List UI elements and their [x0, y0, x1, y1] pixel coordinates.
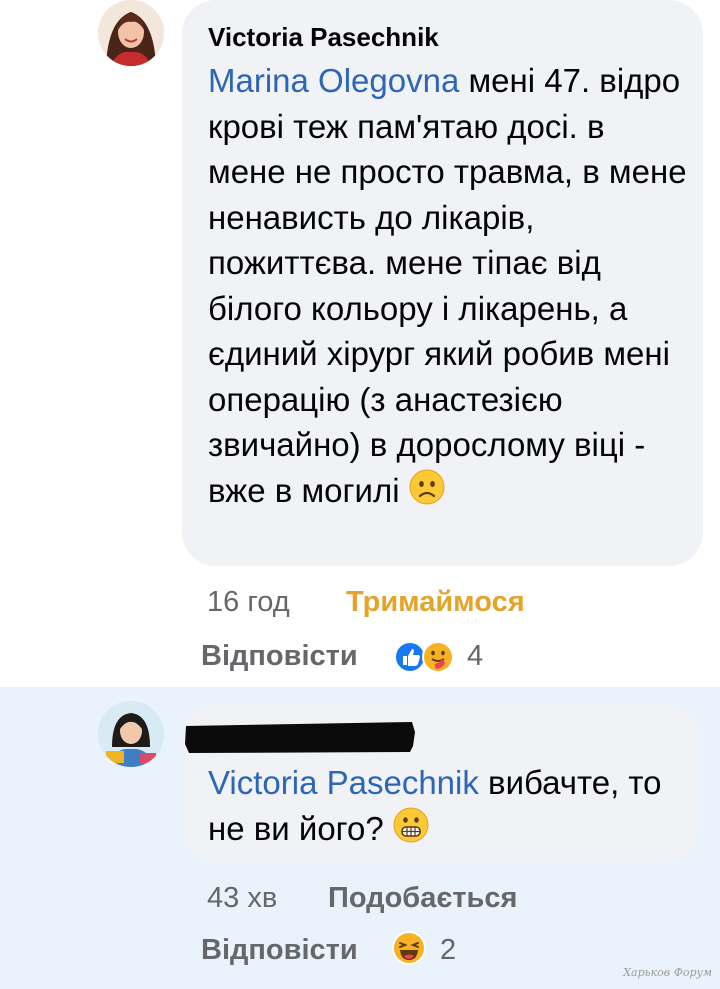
mention-link[interactable]: Marina Olegovna — [208, 62, 459, 99]
haha-icon[interactable] — [391, 930, 427, 966]
comment-text: Marina Olegovna мені 47. відро крові теж… — [208, 58, 688, 517]
avatar[interactable] — [98, 701, 164, 767]
reply-button[interactable]: Відповісти — [201, 934, 358, 967]
like-icon — [394, 641, 426, 673]
like-button[interactable]: Подобається — [328, 882, 517, 915]
comment-body: мені 47. відро крові теж пам'ятаю досі. … — [208, 62, 687, 509]
reaction-count[interactable]: 4 — [467, 640, 483, 673]
reaction-button[interactable]: Тримаймося — [346, 586, 525, 619]
redacted-author-name — [184, 720, 416, 754]
comment-author[interactable]: Victoria Pasechnik — [208, 22, 439, 53]
avatar[interactable] — [98, 0, 164, 66]
reaction-count[interactable]: 2 — [440, 934, 456, 967]
mention-link[interactable]: Victoria Pasechnik — [208, 764, 479, 801]
comment-timestamp[interactable]: 43 хв — [207, 882, 277, 915]
worried-face-icon — [409, 469, 445, 517]
reply-button[interactable]: Відповісти — [201, 640, 358, 673]
comment-text: Victoria Pasechnik вибачте, то не ви йог… — [208, 760, 678, 855]
grimacing-face-icon — [393, 807, 429, 855]
comment-timestamp[interactable]: 16 год — [207, 586, 290, 619]
watermark: Харьков Форум — [623, 966, 712, 979]
reaction-summary[interactable] — [394, 639, 458, 675]
care-icon — [422, 641, 454, 673]
